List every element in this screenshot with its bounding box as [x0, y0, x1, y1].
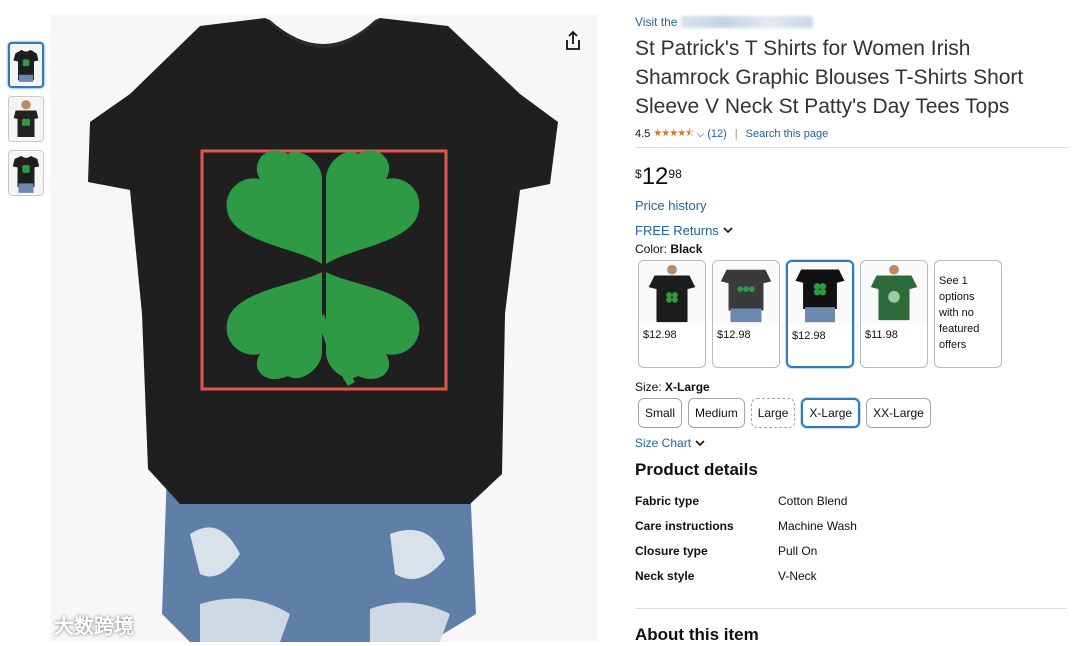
separator: | [734, 128, 738, 140]
watermark: 大数跨境 [8, 610, 134, 639]
product-photo [50, 14, 598, 642]
share-button[interactable] [558, 26, 588, 56]
store-name-redacted [681, 16, 814, 28]
visit-store-prefix: Visit the [635, 15, 678, 29]
detail-key: Closure type [635, 544, 708, 558]
detail-value: V-Neck [778, 569, 817, 583]
swatch-price: $11.98 [865, 329, 898, 341]
visit-store-link[interactable]: Visit the [635, 14, 1070, 30]
color-swatch-3-selected[interactable]: $12.98 [786, 260, 854, 368]
swatch-price: $12.98 [792, 330, 826, 342]
product-info-panel: Visit the St Patrick's T Shirts for Wome… [635, 14, 1070, 645]
detail-key: Fabric type [635, 494, 700, 508]
star-rating-icon[interactable]: ★★★★⯪ [653, 126, 694, 143]
detail-row: Neck style V-Neck [635, 569, 1070, 594]
color-swatch-4[interactable]: $11.98 [860, 260, 928, 368]
free-returns-label: FREE Returns [635, 223, 719, 238]
size-chart-label: Size Chart [635, 436, 692, 450]
detail-value: Pull On [778, 544, 818, 558]
color-swatch-2[interactable]: $12.98 [712, 260, 780, 368]
size-medium[interactable]: Medium [688, 398, 745, 428]
swatch-image [639, 261, 705, 325]
divider [635, 608, 1067, 609]
detail-key: Care instructions [635, 519, 734, 533]
price-fraction: 98 [668, 167, 682, 181]
detail-row: Fabric type Cotton Blend [635, 494, 1070, 519]
main-product-image[interactable] [50, 14, 598, 642]
free-returns-link[interactable]: FREE Returns [635, 223, 1070, 238]
selected-color: Black [670, 242, 703, 256]
selected-size: X-Large [665, 380, 710, 394]
watermark-text: 大数跨境 [54, 616, 134, 638]
rating-row: 4.5 ★★★★⯪ ⌵ (12) | Search this page [635, 127, 1070, 141]
thumbnail-1[interactable] [8, 42, 44, 88]
size-xx-large[interactable]: XX-Large [866, 398, 931, 428]
rating-value: 4.5 [635, 128, 651, 140]
price-history-link[interactable]: Price history [635, 198, 1070, 213]
swatch-image [788, 263, 852, 325]
detail-key: Neck style [635, 569, 695, 583]
size-label-prefix: Size: [635, 380, 662, 394]
chevron-down-icon [695, 439, 705, 446]
size-options: Small Medium Large X-Large XX-Large [638, 398, 1070, 428]
color-label: Color: Black [635, 242, 1070, 256]
price-symbol: $ [635, 167, 642, 181]
product-details-heading: Product details [635, 460, 758, 479]
swatch-image [713, 261, 779, 325]
thumbnail-strip [8, 42, 48, 204]
color-label-prefix: Color: [635, 242, 668, 256]
product-title: St Patrick's T Shirts for Women Irish Sh… [635, 37, 1024, 118]
color-swatch-1[interactable]: $12.98 [638, 260, 706, 368]
size-large[interactable]: Large [750, 398, 796, 428]
detail-value: Machine Wash [778, 519, 857, 533]
product-details-table: Fabric type Cotton Blend Care instructio… [635, 494, 1070, 594]
swatch-image [861, 261, 927, 325]
swatch-price: $12.98 [643, 329, 677, 341]
size-label: Size: X-Large [635, 380, 1070, 394]
see-more-options[interactable]: See 1 options with no featured offers [934, 260, 1002, 368]
color-swatches: $12.98 $12.98 $12.98 $11.98 See 1 option… [638, 260, 1070, 368]
thumbnail-3[interactable] [8, 150, 44, 196]
size-x-large[interactable]: X-Large [801, 398, 861, 428]
watermark-logo-icon [10, 615, 48, 634]
divider [635, 147, 1067, 148]
size-small[interactable]: Small [638, 398, 683, 428]
rating-chevron-down-icon[interactable]: ⌵ [697, 129, 705, 140]
thumbnail-2[interactable] [8, 96, 44, 142]
review-count-link[interactable]: (12) [707, 128, 727, 140]
price: $ 12 98 [635, 164, 1070, 190]
chevron-down-icon [723, 227, 733, 234]
about-this-item-heading: About this item [635, 625, 759, 644]
search-this-page-link[interactable]: Search this page [746, 128, 829, 140]
size-chart-link[interactable]: Size Chart [635, 436, 1070, 450]
detail-value: Cotton Blend [778, 494, 848, 508]
share-icon [566, 31, 580, 50]
swatch-price: $12.98 [717, 329, 751, 341]
detail-row: Care instructions Machine Wash [635, 519, 1070, 544]
detail-row: Closure type Pull On [635, 544, 1070, 569]
price-whole: 12 [641, 163, 669, 190]
